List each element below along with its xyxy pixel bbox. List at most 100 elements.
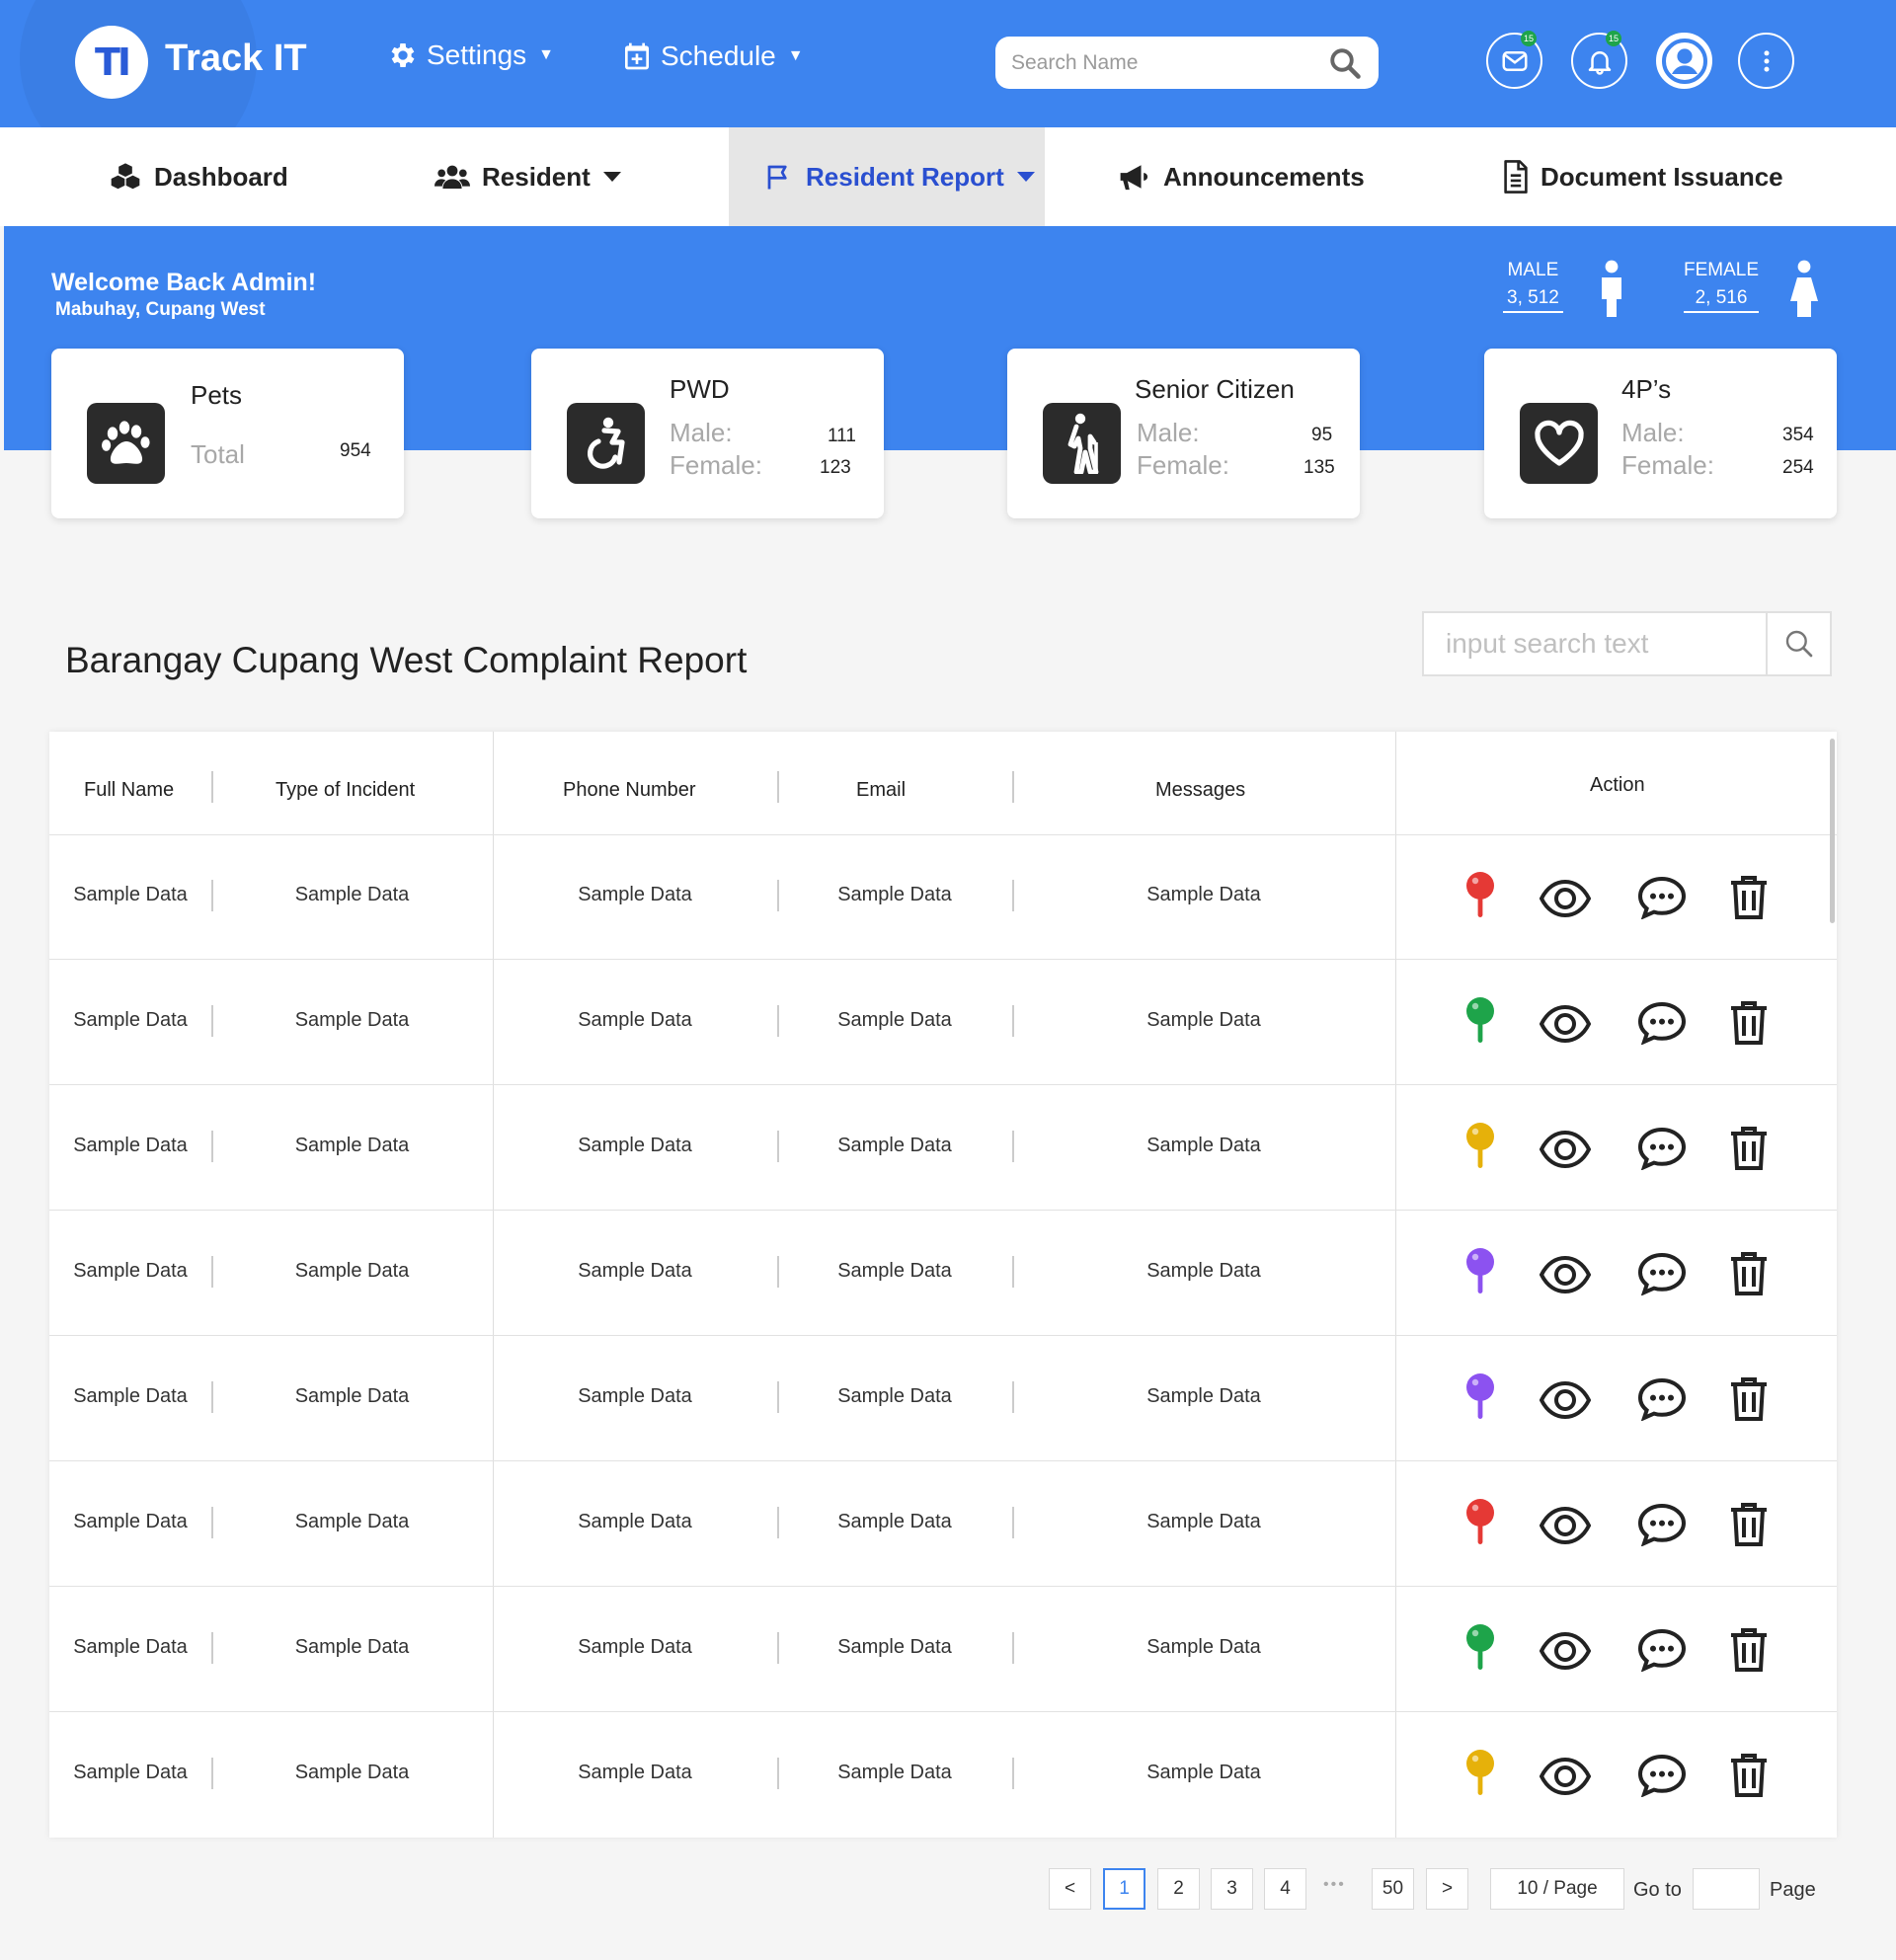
tab-document-issuance[interactable]: Document Issuance xyxy=(1503,127,1783,226)
table-row[interactable]: Sample Data Sample Data Sample Data Sample … xyxy=(49,834,1837,960)
tab-dashboard[interactable]: Dashboard xyxy=(109,127,288,226)
status-pin-icon[interactable] xyxy=(1464,1499,1496,1559)
app-logo[interactable]: TI xyxy=(75,26,148,99)
delete-trash-icon[interactable] xyxy=(1729,1627,1769,1678)
delete-trash-icon[interactable] xyxy=(1729,1753,1769,1803)
message-chat-icon[interactable] xyxy=(1637,1001,1687,1050)
male-count: MALE 3, 512 xyxy=(1503,260,1563,313)
cell-type-of-incident: Sample Data xyxy=(294,1762,410,1783)
pagination-page-1[interactable]: 1 xyxy=(1103,1868,1146,1910)
paw-icon xyxy=(87,403,165,484)
table-search-button[interactable] xyxy=(1766,613,1830,674)
cell-full-name: Sample Data xyxy=(73,884,188,905)
delete-trash-icon[interactable] xyxy=(1729,1251,1769,1301)
cell-type-of-incident: Sample Data xyxy=(294,1636,410,1658)
more-options-button[interactable] xyxy=(1738,33,1794,89)
flag-icon xyxy=(767,165,787,190)
settings-menu[interactable]: Settings ▼ xyxy=(387,39,554,71)
table-search-input[interactable] xyxy=(1424,613,1766,674)
status-pin-icon[interactable] xyxy=(1464,1373,1496,1434)
header-full-name[interactable]: Full Name xyxy=(84,779,174,802)
pwd-female-label: Female: xyxy=(670,450,762,480)
pagination-page-4[interactable]: 4 xyxy=(1264,1868,1306,1910)
pagination-ellipsis[interactable]: ••• xyxy=(1323,1876,1346,1894)
table-row[interactable]: Sample Data Sample Data Sample Data Sample … xyxy=(49,1211,1837,1336)
cell-separator xyxy=(211,1131,213,1162)
female-icon xyxy=(1790,260,1818,317)
view-eye-icon[interactable] xyxy=(1539,1004,1592,1049)
status-pin-icon[interactable] xyxy=(1464,1123,1496,1183)
message-chat-icon[interactable] xyxy=(1637,876,1687,924)
delete-trash-icon[interactable] xyxy=(1729,875,1769,925)
view-eye-icon[interactable] xyxy=(1539,1631,1592,1676)
tab-announcements[interactable]: Announcements xyxy=(1118,127,1365,226)
settings-label: Settings xyxy=(427,39,527,70)
senior-citizen-card[interactable]: Senior Citizen Male: 95 Female: 135 xyxy=(1007,349,1360,518)
logo-text: TI xyxy=(94,40,131,84)
header-email[interactable]: Email xyxy=(856,779,906,802)
message-chat-icon[interactable] xyxy=(1637,1252,1687,1300)
cell-separator xyxy=(1012,1131,1014,1162)
view-eye-icon[interactable] xyxy=(1539,1757,1592,1801)
header-phone-number[interactable]: Phone Number xyxy=(563,779,696,802)
status-pin-icon[interactable] xyxy=(1464,1624,1496,1685)
cell-phone-number: Sample Data xyxy=(578,1009,692,1031)
delete-trash-icon[interactable] xyxy=(1729,1376,1769,1427)
search-icon[interactable] xyxy=(1327,45,1363,81)
senior-female-value: 135 xyxy=(1304,457,1335,478)
view-eye-icon[interactable] xyxy=(1539,1255,1592,1299)
table-row[interactable]: Sample Data Sample Data Sample Data Sample … xyxy=(49,1085,1837,1211)
schedule-menu[interactable]: Schedule ▼ xyxy=(621,39,804,73)
cell-phone-number: Sample Data xyxy=(578,884,692,905)
table-row[interactable]: Sample Data Sample Data Sample Data Sample … xyxy=(49,1461,1837,1587)
table-row[interactable]: Sample Data Sample Data Sample Data Sample … xyxy=(49,1712,1837,1838)
pagination-page-3[interactable]: 3 xyxy=(1211,1868,1253,1910)
view-eye-icon[interactable] xyxy=(1539,1130,1592,1174)
profile-button[interactable] xyxy=(1656,33,1712,89)
delete-trash-icon[interactable] xyxy=(1729,1502,1769,1552)
header-type-of-incident[interactable]: Type of Incident xyxy=(276,779,415,802)
pets-total-label: Total xyxy=(191,439,245,469)
message-chat-icon[interactable] xyxy=(1637,1377,1687,1426)
table-row[interactable]: Sample Data Sample Data Sample Data Sample … xyxy=(49,960,1837,1085)
page-size-select[interactable]: 10 / Page xyxy=(1490,1868,1624,1910)
status-pin-icon[interactable] xyxy=(1464,1248,1496,1308)
pets-card[interactable]: Pets Total 954 xyxy=(51,349,404,518)
view-eye-icon[interactable] xyxy=(1539,879,1592,923)
status-pin-icon[interactable] xyxy=(1464,997,1496,1058)
table-scrollbar[interactable] xyxy=(1830,739,1835,923)
message-chat-icon[interactable] xyxy=(1637,1503,1687,1551)
cell-message: Sample Data xyxy=(1146,1135,1261,1156)
pagination-prev[interactable]: < xyxy=(1049,1868,1091,1910)
wheelchair-icon xyxy=(567,403,645,484)
cell-separator xyxy=(777,1005,779,1037)
notification-button[interactable]: 15 xyxy=(1571,31,1627,89)
header-messages[interactable]: Messages xyxy=(1155,779,1245,802)
4ps-card[interactable]: 4P’s Male: 354 Female: 254 xyxy=(1484,349,1837,518)
pagination-page-50[interactable]: 50 xyxy=(1372,1868,1414,1910)
table-row[interactable]: Sample Data Sample Data Sample Data Sample … xyxy=(49,1336,1837,1461)
table-row[interactable]: Sample Data Sample Data Sample Data Sample … xyxy=(49,1587,1837,1712)
cell-separator xyxy=(211,1632,213,1664)
mail-button[interactable]: 15 xyxy=(1486,31,1542,89)
tab-resident[interactable]: Resident xyxy=(434,127,622,226)
mail-icon xyxy=(1502,50,1527,71)
message-chat-icon[interactable] xyxy=(1637,1754,1687,1802)
pwd-card[interactable]: PWD Male: 111 Female: 123 xyxy=(531,349,884,518)
view-eye-icon[interactable] xyxy=(1539,1506,1592,1550)
pagination-next[interactable]: > xyxy=(1426,1868,1468,1910)
status-pin-icon[interactable] xyxy=(1464,872,1496,932)
goto-page-input[interactable] xyxy=(1693,1868,1760,1910)
cell-message: Sample Data xyxy=(1146,1762,1261,1783)
search-name-input[interactable] xyxy=(1011,50,1327,75)
tab-resident-report[interactable]: Resident Report xyxy=(729,127,1045,226)
status-pin-icon[interactable] xyxy=(1464,1750,1496,1810)
pagination-page-2[interactable]: 2 xyxy=(1157,1868,1200,1910)
message-chat-icon[interactable] xyxy=(1637,1127,1687,1175)
pwd-title: PWD xyxy=(670,374,730,404)
message-chat-icon[interactable] xyxy=(1637,1628,1687,1677)
delete-trash-icon[interactable] xyxy=(1729,1000,1769,1051)
view-eye-icon[interactable] xyxy=(1539,1380,1592,1425)
delete-trash-icon[interactable] xyxy=(1729,1126,1769,1176)
chevron-down-icon: ▼ xyxy=(787,47,804,64)
